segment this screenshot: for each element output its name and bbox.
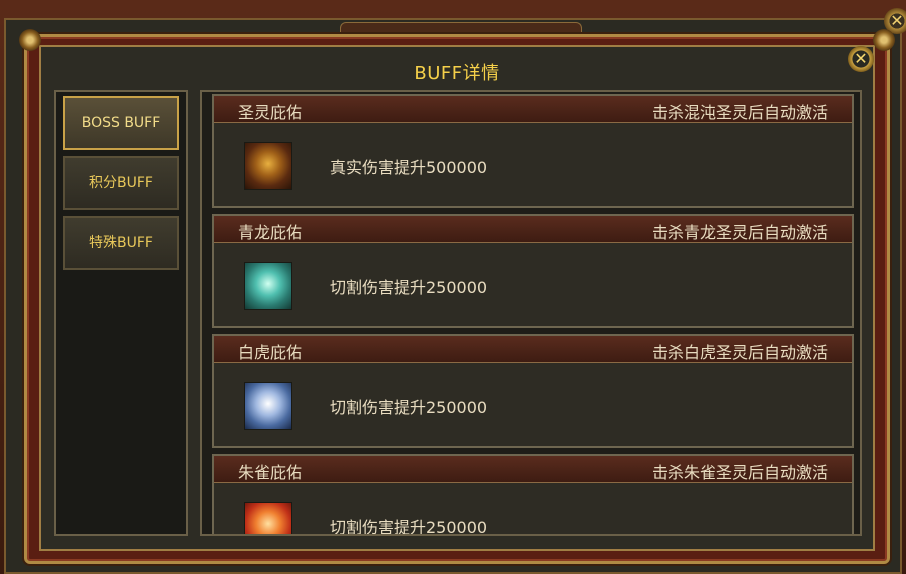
buff-card-header: 朱雀庇佑 击杀朱雀圣灵后自动激活: [214, 456, 852, 483]
buff-description: 切割伤害提升250000: [330, 278, 488, 297]
buff-activation-condition: 击杀朱雀圣灵后自动激活: [651, 463, 828, 482]
buff-name: 白虎庇佑: [238, 343, 303, 362]
buff-card-header: 白虎庇佑 击杀白虎圣灵后自动激活: [214, 336, 852, 363]
buff-activation-condition: 击杀混沌圣灵后自动激活: [651, 103, 828, 122]
tab-boss-buff[interactable]: BOSS BUFF: [63, 96, 179, 150]
buff-description: 切割伤害提升250000: [330, 398, 488, 417]
buff-description: 切割伤害提升250000: [330, 518, 488, 536]
dialog-title: BUFF详情: [414, 63, 500, 84]
buff-activation-condition: 击杀青龙圣灵后自动激活: [651, 223, 828, 242]
buff-name: 青龙庇佑: [238, 223, 303, 242]
golden-beast-icon: [244, 142, 292, 190]
buff-name: 圣灵庇佑: [238, 103, 303, 122]
buff-card-header: 圣灵庇佑 击杀混沌圣灵后自动激活: [214, 96, 852, 123]
tab-special-buff[interactable]: 特殊BUFF: [63, 216, 179, 270]
buff-name: 朱雀庇佑: [238, 463, 303, 482]
buff-card: 圣灵庇佑 击杀混沌圣灵后自动激活 真实伤害提升500000: [212, 94, 854, 208]
white-tiger-icon: [244, 382, 292, 430]
corner-ornament-icon: [873, 29, 895, 51]
buff-activation-condition: 击杀白虎圣灵后自动激活: [651, 343, 828, 362]
buff-card: 朱雀庇佑 击杀朱雀圣灵后自动激活 切割伤害提升250000: [212, 454, 854, 536]
buff-list[interactable]: 圣灵庇佑 击杀混沌圣灵后自动激活 真实伤害提升500000 青龙庇佑 击杀青龙圣…: [200, 90, 862, 536]
buff-card-header: 青龙庇佑 击杀青龙圣灵后自动激活: [214, 216, 852, 243]
close-button[interactable]: ✕: [848, 46, 874, 72]
buff-card: 青龙庇佑 击杀青龙圣灵后自动激活 切割伤害提升250000: [212, 214, 854, 328]
buff-category-tabs: BOSS BUFF 积分BUFF 特殊BUFF: [54, 90, 188, 536]
buff-description: 真实伤害提升500000: [330, 158, 488, 177]
corner-ornament-icon: [19, 29, 41, 51]
tab-points-buff[interactable]: 积分BUFF: [63, 156, 179, 210]
azure-dragon-icon: [244, 262, 292, 310]
buff-card: 白虎庇佑 击杀白虎圣灵后自动激活 切割伤害提升250000: [212, 334, 854, 448]
vermilion-bird-icon: [244, 502, 292, 534]
